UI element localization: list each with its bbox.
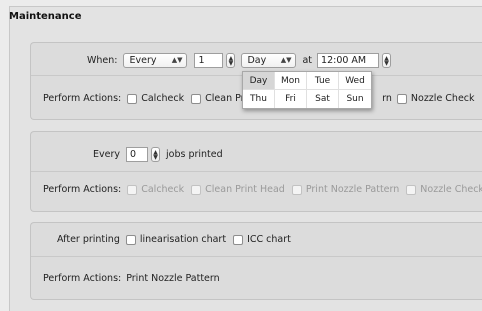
nozzle-check-checkbox-disabled: Nozzle Check bbox=[406, 184, 482, 195]
day-option-day[interactable]: Day bbox=[243, 72, 275, 90]
checkbox-box bbox=[406, 184, 417, 195]
every-label: Every bbox=[93, 149, 120, 160]
perform-actions-label: Perform Actions: bbox=[43, 93, 122, 104]
print-nozzle-pattern-checkbox-disabled: Print Nozzle Pattern bbox=[291, 184, 400, 195]
nozzle-check-label: Nozzle Check bbox=[420, 184, 482, 195]
perform-actions-value: Print Nozzle Pattern bbox=[126, 273, 220, 284]
day-option-mon[interactable]: Mon bbox=[275, 72, 307, 90]
clean-print-head-checkbox-disabled: Clean Print Head bbox=[191, 184, 285, 195]
jobs-printed-label: jobs printed bbox=[166, 149, 223, 160]
day-option-thu[interactable]: Thu bbox=[243, 90, 275, 108]
at-label: at bbox=[302, 55, 313, 66]
nozzle-check-checkbox[interactable]: Nozzle Check bbox=[396, 93, 475, 104]
print-nozzle-pattern-label: Print Nozzle Pattern bbox=[305, 184, 400, 195]
checkbox-box[interactable] bbox=[396, 93, 407, 104]
clean-print-head-label: Clean Print Head bbox=[205, 184, 285, 195]
icc-chart-label: ICC chart bbox=[247, 234, 291, 245]
popup-arrows-icon: ▲▼ bbox=[280, 56, 292, 64]
unit-value: Day bbox=[247, 55, 267, 66]
jobs-count-field[interactable]: 0 bbox=[126, 147, 148, 162]
after-printing-label: After printing bbox=[57, 234, 120, 245]
unit-popup[interactable]: Day ▲▼ bbox=[241, 53, 297, 68]
time-field[interactable]: 12:00 AM bbox=[317, 53, 380, 68]
perform-actions-label: Perform Actions: bbox=[43, 184, 122, 195]
popup-arrows-icon: ▲▼ bbox=[171, 56, 183, 64]
day-option-fri[interactable]: Fri bbox=[275, 90, 307, 108]
time-value: 12:00 AM bbox=[321, 55, 367, 66]
when-label: When: bbox=[87, 55, 118, 66]
print-nozzle-pattern-label-fragment: rn bbox=[382, 93, 392, 104]
checkbox-box[interactable] bbox=[125, 234, 136, 245]
frequency-value: Every bbox=[129, 55, 157, 66]
linearisation-chart-checkbox[interactable]: linearisation chart bbox=[125, 234, 227, 245]
icc-chart-checkbox[interactable]: ICC chart bbox=[233, 234, 291, 245]
divider bbox=[31, 171, 482, 172]
jobs-count-value: 0 bbox=[130, 149, 137, 160]
calcheck-label: Calcheck bbox=[141, 93, 185, 104]
interval-value: 1 bbox=[198, 55, 205, 66]
time-stepper[interactable]: ▲ ▼ bbox=[382, 53, 392, 68]
calcheck-checkbox-disabled: Calcheck bbox=[127, 184, 184, 195]
checkbox-box bbox=[291, 184, 302, 195]
checkbox-box[interactable] bbox=[233, 234, 244, 245]
after-printing-panel: After printing linearisation chart ICC c… bbox=[30, 222, 482, 300]
jobs-panel: Every 0 ▲ ▼ jobs printed Perform Actions:… bbox=[30, 131, 482, 212]
day-picker-menu: Day Mon Tue Wed Thu Fri Sat Sun bbox=[242, 71, 372, 109]
perform-actions-label: Perform Actions: bbox=[43, 273, 122, 284]
nozzle-check-label: Nozzle Check bbox=[410, 93, 475, 104]
calcheck-label: Calcheck bbox=[141, 184, 185, 195]
interval-field[interactable]: 1 bbox=[194, 53, 224, 68]
day-option-tue[interactable]: Tue bbox=[307, 72, 339, 90]
linearisation-chart-label: linearisation chart bbox=[139, 234, 227, 245]
section-title: Maintenance bbox=[9, 11, 82, 22]
day-option-sun[interactable]: Sun bbox=[339, 90, 371, 108]
day-option-sat[interactable]: Sat bbox=[307, 90, 339, 108]
checkbox-box[interactable] bbox=[127, 93, 138, 104]
checkbox-box bbox=[191, 184, 202, 195]
divider bbox=[31, 256, 482, 257]
interval-stepper[interactable]: ▲ ▼ bbox=[226, 53, 236, 68]
calcheck-checkbox[interactable]: Calcheck bbox=[127, 93, 184, 104]
checkbox-box bbox=[127, 184, 138, 195]
frequency-popup[interactable]: Every ▲▼ bbox=[123, 53, 188, 68]
day-option-wed[interactable]: Wed bbox=[339, 72, 371, 90]
jobs-count-stepper[interactable]: ▲ ▼ bbox=[151, 147, 160, 162]
checkbox-box[interactable] bbox=[191, 93, 202, 104]
